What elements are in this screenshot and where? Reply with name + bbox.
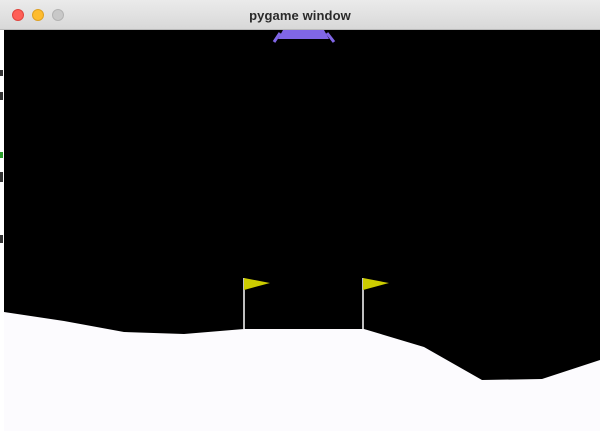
pygame-window: pygame window xyxy=(0,0,600,431)
window-title: pygame window xyxy=(249,8,351,23)
game-scene xyxy=(4,30,600,431)
game-canvas[interactable] xyxy=(4,30,600,431)
title-bar[interactable]: pygame window xyxy=(0,0,600,30)
